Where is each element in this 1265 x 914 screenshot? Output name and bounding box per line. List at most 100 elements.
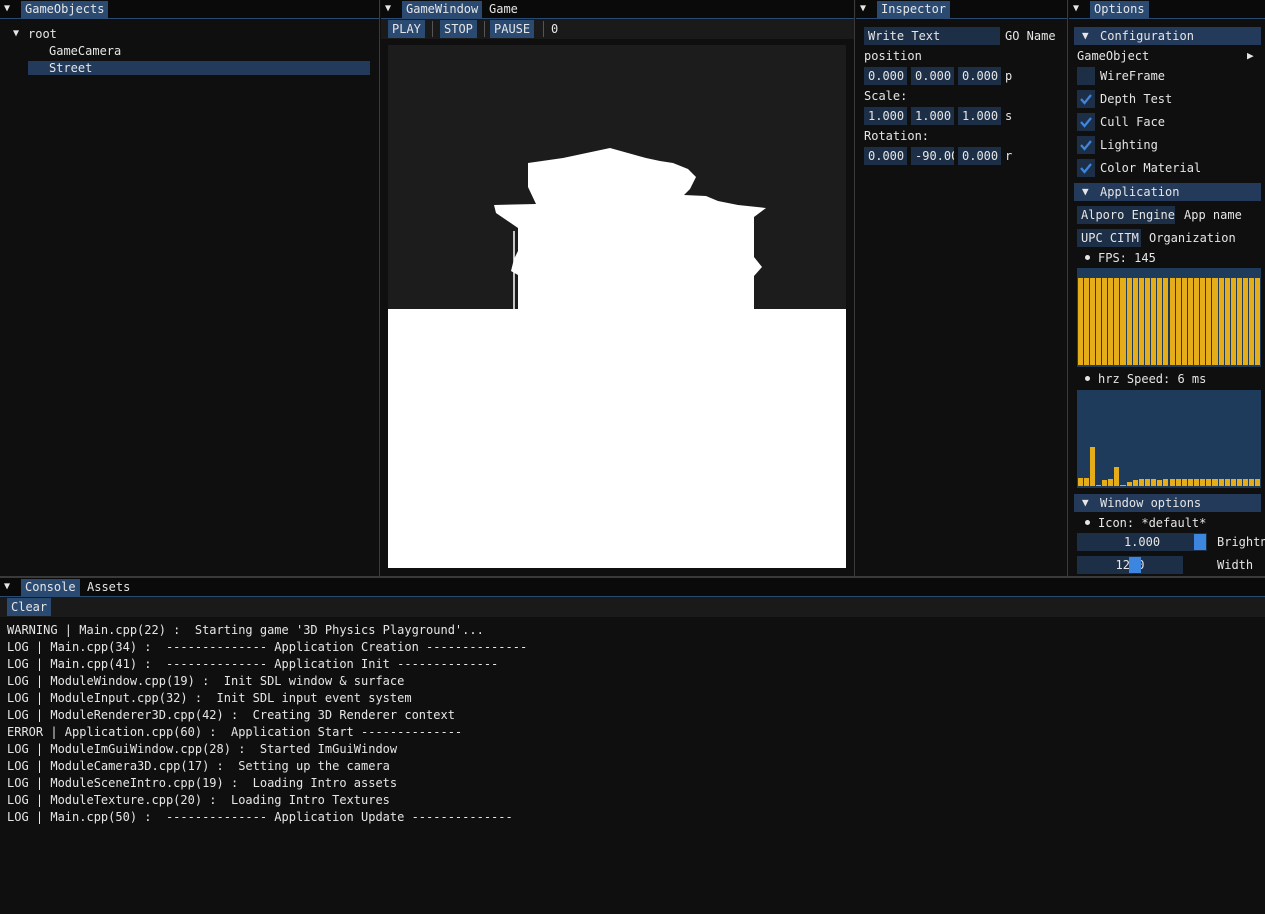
tree-arrow-icon[interactable]: ▼ (13, 25, 19, 43)
tab-inspector[interactable]: Inspector (877, 1, 951, 18)
scale-y-field[interactable]: 1.000 (911, 107, 954, 125)
tree-item-root[interactable]: root (28, 25, 57, 43)
tab-gameobjects[interactable]: GameObjects (21, 1, 109, 18)
tree-item-street[interactable]: Street (49, 59, 92, 77)
fps-bar (1200, 278, 1206, 365)
pause-button[interactable]: PAUSE (490, 20, 535, 38)
ms-bar (1102, 480, 1108, 486)
position-z-field[interactable]: 0.000 (958, 67, 1001, 85)
stop-button[interactable]: STOP (440, 20, 477, 38)
tree-item-gamecamera[interactable]: GameCamera (49, 42, 121, 60)
width-slider[interactable]: 1280 (1077, 556, 1183, 574)
ms-bar (1157, 480, 1163, 486)
brightness-value: 1.000 (1123, 535, 1161, 549)
gameobjects-panel: ▼ GameObjects ▼ root GameCamera Street (0, 0, 379, 576)
width-label: Width (1217, 558, 1254, 572)
checkbox-label: WireFrame (1100, 69, 1166, 83)
application-header[interactable]: ▼ Application (1074, 183, 1261, 201)
log-line: LOG | Main.cpp(34) : -------------- Appl… (7, 640, 528, 654)
position-y-field[interactable]: 0.000 (911, 67, 954, 85)
fps-bar (1169, 278, 1175, 365)
ms-bar (1138, 479, 1144, 486)
rotation-y-field[interactable]: -90.00 (911, 147, 954, 165)
fps-label: FPS: 145 (1098, 251, 1156, 265)
gameobject-menu-label[interactable]: GameObject (1077, 47, 1149, 65)
organization-input[interactable]: UPC CITM (1077, 229, 1141, 247)
fps-bar (1114, 278, 1120, 365)
console-panel: ▼ Console Assets Clear WARNING | Main.cp… (0, 578, 1265, 914)
scale-x-field[interactable]: 1.000 (864, 107, 907, 125)
fps-bar (1077, 278, 1083, 365)
tab-game[interactable]: Game (485, 1, 522, 18)
app-name-input[interactable]: Alporo Engine (1077, 206, 1175, 224)
scale-suffix: s (1005, 109, 1013, 123)
ms-bar (1095, 485, 1102, 486)
bullet-icon (1085, 255, 1090, 260)
checkbox[interactable] (1077, 67, 1095, 85)
fps-bar (1194, 278, 1200, 365)
checkmark-icon (1080, 117, 1092, 128)
organization-label: Organization (1149, 231, 1236, 245)
width-slider-grab[interactable] (1128, 557, 1141, 573)
building-silhouette (494, 148, 766, 309)
fps-bar (1236, 278, 1243, 365)
ms-bar (1151, 479, 1157, 486)
game-viewport[interactable] (388, 45, 846, 568)
position-x-field[interactable]: 0.000 (864, 67, 907, 85)
triangle-down-icon: ▼ (1082, 185, 1089, 198)
options-panel: ▼ Options ▼ Configuration GameObject ▶ W… (1069, 0, 1265, 576)
checkbox[interactable] (1077, 136, 1095, 154)
ms-bar (1187, 479, 1194, 486)
log-line: ERROR | Application.cpp(60) : Applicatio… (7, 725, 463, 739)
panel-divider[interactable] (854, 0, 855, 576)
clear-button[interactable]: Clear (7, 598, 52, 616)
bullet-icon (1085, 520, 1090, 525)
fps-bar (1187, 278, 1194, 365)
fps-histogram[interactable] (1077, 268, 1261, 367)
checkbox[interactable] (1077, 113, 1095, 131)
ms-histogram[interactable] (1077, 390, 1261, 488)
checkbox[interactable] (1077, 159, 1095, 177)
log-line: LOG | ModuleInput.cpp(32) : Init SDL inp… (7, 691, 412, 705)
ms-label: hrz Speed: 6 ms (1098, 372, 1207, 386)
tab-assets[interactable]: Assets (83, 579, 134, 596)
position-suffix: p (1005, 69, 1013, 83)
ms-bar (1206, 479, 1212, 486)
collapse-icon[interactable]: ▼ (385, 3, 391, 15)
fps-bar (1249, 278, 1255, 365)
collapse-icon[interactable]: ▼ (1073, 3, 1079, 15)
rotation-x-field[interactable]: 0.000 (864, 147, 907, 165)
console-toolbar (0, 597, 1265, 617)
tab-console[interactable]: Console (21, 579, 80, 596)
fps-bar (1212, 278, 1218, 365)
brightness-slider[interactable]: 1.000 (1077, 533, 1207, 551)
checkbox[interactable] (1077, 90, 1095, 108)
ms-bar (1230, 479, 1236, 486)
fps-bar (1095, 278, 1102, 365)
triangle-right-icon[interactable]: ▶ (1247, 47, 1254, 65)
play-button[interactable]: PLAY (388, 20, 425, 38)
ms-bar (1200, 479, 1206, 486)
collapse-icon[interactable]: ▼ (4, 3, 10, 15)
rotation-z-field[interactable]: 0.000 (958, 147, 1001, 165)
ground-plane (388, 309, 846, 568)
brightness-slider-grab[interactable] (1194, 534, 1206, 550)
scale-z-field[interactable]: 1.000 (958, 107, 1001, 125)
configuration-header[interactable]: ▼ Configuration (1074, 27, 1261, 45)
collapse-icon[interactable]: ▼ (4, 581, 10, 593)
collapse-icon[interactable]: ▼ (860, 3, 866, 15)
ms-bar (1083, 478, 1089, 486)
window-options-header[interactable]: ▼ Window options (1074, 494, 1261, 512)
ms-bar (1132, 480, 1138, 486)
fps-bar (1108, 278, 1114, 365)
panel-divider[interactable] (379, 0, 380, 576)
checkmark-icon (1080, 140, 1092, 151)
scale-label: Scale: (864, 89, 908, 103)
fps-bar (1206, 278, 1212, 365)
tab-options[interactable]: Options (1090, 1, 1149, 18)
go-name-input[interactable]: Write Text (864, 27, 1000, 45)
tab-gamewindow[interactable]: GameWindow (402, 1, 483, 18)
ms-bar (1218, 479, 1224, 486)
panel-divider[interactable] (1067, 0, 1068, 576)
log-line: LOG | ModuleCamera3D.cpp(17) : Setting u… (7, 759, 390, 773)
